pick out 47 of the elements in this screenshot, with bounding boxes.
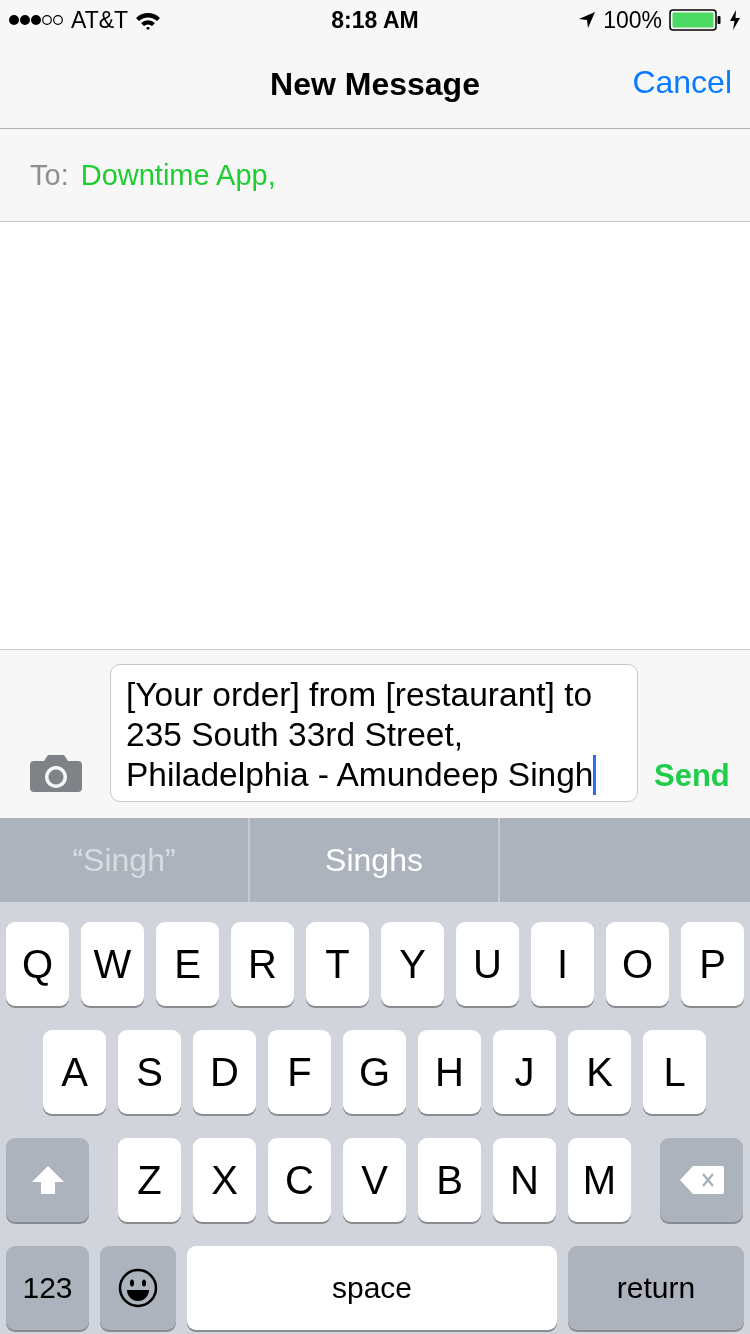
letter-key[interactable]: Q [6, 922, 69, 1006]
to-label: To: [30, 158, 69, 192]
letter-key[interactable]: R [231, 922, 294, 1006]
letter-key[interactable]: X [193, 1138, 256, 1222]
letter-key[interactable]: L [643, 1030, 706, 1114]
signal-icon [8, 14, 64, 26]
letter-key[interactable]: W [81, 922, 144, 1006]
letter-key[interactable]: Y [381, 922, 444, 1006]
battery-icon [669, 9, 723, 31]
letter-key[interactable]: D [193, 1030, 256, 1114]
screen-title: New Message [270, 65, 480, 103]
letter-key[interactable]: F [268, 1030, 331, 1114]
letter-key[interactable]: P [681, 922, 744, 1006]
letter-key[interactable]: H [418, 1030, 481, 1114]
clock-time: 8:18 AM [330, 6, 420, 34]
letter-key[interactable]: C [268, 1138, 331, 1222]
letter-key[interactable]: U [456, 922, 519, 1006]
letter-key[interactable]: M [568, 1138, 631, 1222]
charging-bolt-icon [730, 10, 740, 30]
letter-key[interactable]: V [343, 1138, 406, 1222]
shift-key[interactable] [6, 1138, 89, 1222]
location-arrow-icon [578, 11, 597, 29]
letter-key[interactable]: K [568, 1030, 631, 1114]
emoji-key[interactable] [100, 1246, 176, 1330]
letter-key[interactable]: E [156, 922, 219, 1006]
letter-key[interactable]: I [531, 922, 594, 1006]
letter-key[interactable]: B [418, 1138, 481, 1222]
message-input-field[interactable]: [Your order] from [restaurant] to 235 South 33rd Street, Philadelphia - Amundeep Singh [110, 664, 638, 802]
camera-icon[interactable] [30, 754, 82, 792]
return-key[interactable]: return [568, 1246, 744, 1330]
letter-key[interactable]: J [493, 1030, 556, 1114]
battery-percent: 100% [603, 6, 662, 34]
wifi-icon [135, 10, 162, 30]
letter-key[interactable]: O [606, 922, 669, 1006]
letter-key[interactable]: A [43, 1030, 106, 1114]
letter-key[interactable]: T [306, 922, 369, 1006]
letter-key[interactable]: N [493, 1138, 556, 1222]
letter-key[interactable]: G [343, 1030, 406, 1114]
letter-key[interactable]: Z [118, 1138, 181, 1222]
backspace-icon [678, 1165, 725, 1195]
delete-key[interactable] [660, 1138, 743, 1222]
cancel-button[interactable]: Cancel [632, 64, 732, 101]
space-key[interactable]: space [187, 1246, 557, 1330]
carrier-name: AT&T [71, 6, 129, 34]
smiley-face-icon [117, 1267, 159, 1309]
numbers-key[interactable]: 123 [6, 1246, 89, 1330]
letter-key[interactable]: S [118, 1030, 181, 1114]
